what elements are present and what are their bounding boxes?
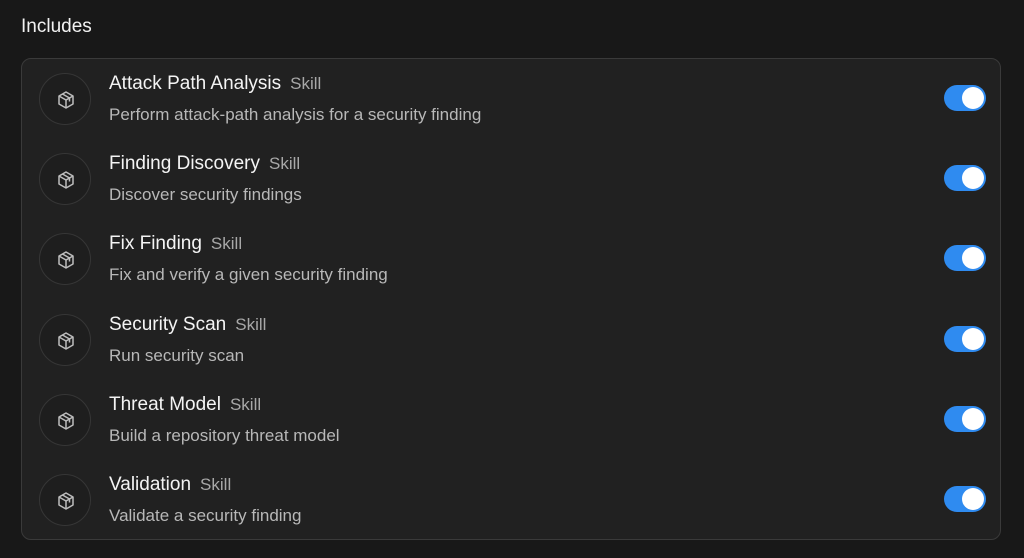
toggle-fix-finding[interactable] [944, 245, 986, 271]
toggle-threat-model[interactable] [944, 406, 986, 432]
list-item-finding-discovery: Finding Discovery Skill Discover security… [22, 139, 1000, 219]
includes-page: Includes Attack Path Analysis Skill Perfo… [0, 0, 1024, 558]
item-title: Threat Model Skill [109, 393, 261, 417]
item-name: Threat Model [109, 394, 221, 415]
item-type-tag: Skill [235, 315, 267, 334]
item-title: Security Scan Skill [109, 313, 266, 337]
toggle-knob [962, 87, 984, 109]
toggle-knob [962, 328, 984, 350]
item-type-tag: Skill [269, 154, 301, 173]
toggle-security-scan[interactable] [944, 326, 986, 352]
list-item-fix-finding: Fix Finding Skill Fix and verify a given … [22, 219, 1000, 299]
item-description: Run security scan [109, 346, 245, 365]
cube-icon [39, 394, 91, 446]
item-name: Attack Path Analysis [109, 73, 282, 94]
cube-icon [39, 314, 91, 366]
item-description: Perform attack-path analysis for a secur… [109, 105, 482, 124]
item-title: Finding Discovery Skill [109, 152, 300, 176]
item-type-tag: Skill [229, 395, 262, 414]
list-item-attack-path-analysis: Attack Path Analysis Skill Perform attack… [22, 59, 1000, 139]
item-description: Fix and verify a given security finding [109, 265, 388, 284]
item-description: Validate a security finding [109, 506, 302, 525]
item-title: Validation Skill [109, 473, 231, 497]
item-title: Fix Finding Skill [109, 232, 242, 256]
toggle-knob [962, 408, 984, 430]
cube-icon [39, 474, 91, 526]
toggle-validation[interactable] [944, 486, 986, 512]
cube-icon [39, 73, 91, 125]
item-type-tag: Skill [200, 475, 232, 494]
item-title: Attack Path Analysis Skill [109, 72, 321, 96]
toggle-knob [962, 488, 984, 510]
item-name: Finding Discovery [109, 153, 260, 174]
toggle-knob [962, 167, 984, 189]
item-type-tag: Skill [210, 234, 243, 253]
item-name: Fix Finding [109, 233, 202, 254]
toggle-finding-discovery[interactable] [944, 165, 986, 191]
item-type-tag: Skill [290, 74, 322, 93]
list-item-validation: Validation Skill Validate a security find… [22, 460, 1000, 540]
skills-list: Attack Path Analysis Skill Perform attack… [21, 58, 1001, 540]
item-description: Discover security findings [109, 185, 302, 204]
cube-icon [39, 233, 91, 285]
item-name: Security Scan [109, 314, 227, 335]
section-title: Includes [21, 16, 92, 37]
cube-icon [39, 153, 91, 205]
item-description: Build a repository threat model [109, 426, 340, 445]
list-item-threat-model: Threat Model Skill Build a repository thr… [22, 380, 1000, 460]
toggle-knob [962, 247, 984, 269]
list-item-security-scan: Security Scan Skill Run security scan [22, 300, 1000, 380]
toggle-attack-path-analysis[interactable] [944, 85, 986, 111]
item-name: Validation [109, 474, 192, 495]
